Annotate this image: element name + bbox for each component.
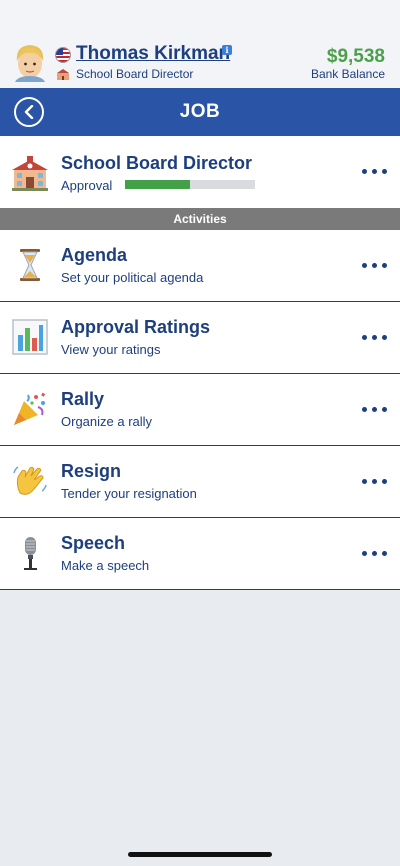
- activity-approval-ratings[interactable]: Approval Ratings View your ratings: [0, 302, 400, 374]
- activity-title: Resign: [61, 461, 122, 481]
- more-options-icon[interactable]: [362, 333, 388, 343]
- activity-title: Rally: [61, 389, 105, 409]
- more-options-icon[interactable]: [362, 549, 388, 559]
- waving-hand-icon: [13, 466, 47, 495]
- bank-balance-label: Bank Balance: [310, 67, 385, 81]
- activity-subtitle: Organize a rally: [61, 414, 153, 429]
- activity-title: Agenda: [61, 245, 128, 265]
- activity-agenda[interactable]: Agenda Set your political agenda: [0, 230, 400, 302]
- profile-header: Thomas Kirkman i School Board Director $…: [0, 0, 400, 88]
- info-icon[interactable]: i: [222, 45, 232, 55]
- activity-subtitle: Make a speech: [61, 558, 150, 573]
- us-flag-icon: [56, 48, 70, 62]
- job-title: School Board Director: [61, 153, 253, 173]
- approval-progress-bar: [125, 180, 255, 189]
- player-job-title: School Board Director: [76, 67, 194, 81]
- microphone-icon: [24, 537, 37, 570]
- approval-progress-fill: [125, 180, 190, 189]
- more-options-icon[interactable]: [362, 405, 388, 415]
- section-header-activities: Activities: [0, 208, 400, 230]
- home-indicator[interactable]: [128, 852, 272, 857]
- activity-title: Approval Ratings: [61, 317, 211, 337]
- party-popper-icon: [14, 392, 46, 425]
- title-bar: JOB: [0, 88, 400, 136]
- page-title: JOB: [179, 101, 221, 122]
- more-options-icon[interactable]: [362, 261, 388, 271]
- activity-speech[interactable]: Speech Make a speech: [0, 518, 400, 590]
- activity-subtitle: Tender your resignation: [61, 486, 197, 501]
- job-card[interactable]: School Board Director Approval: [0, 136, 400, 208]
- activity-resign[interactable]: Resign Tender your resignation: [0, 446, 400, 518]
- activity-rally[interactable]: Rally Organize a rally: [0, 374, 400, 446]
- activity-subtitle: View your ratings: [61, 342, 161, 357]
- bank-balance-value: $9,538: [326, 46, 385, 67]
- bar-chart-icon: [12, 319, 48, 355]
- activity-title: Speech: [61, 533, 126, 553]
- hourglass-icon: [20, 249, 40, 281]
- school-icon: [57, 69, 69, 80]
- approval-label: Approval: [61, 178, 113, 193]
- more-options-icon[interactable]: [362, 477, 388, 487]
- activity-subtitle: Set your political agenda: [61, 270, 204, 285]
- school-building-icon: [12, 156, 48, 191]
- avatar[interactable]: [12, 42, 48, 82]
- more-options-icon[interactable]: [362, 167, 388, 177]
- player-name-link[interactable]: Thomas Kirkman: [76, 43, 230, 65]
